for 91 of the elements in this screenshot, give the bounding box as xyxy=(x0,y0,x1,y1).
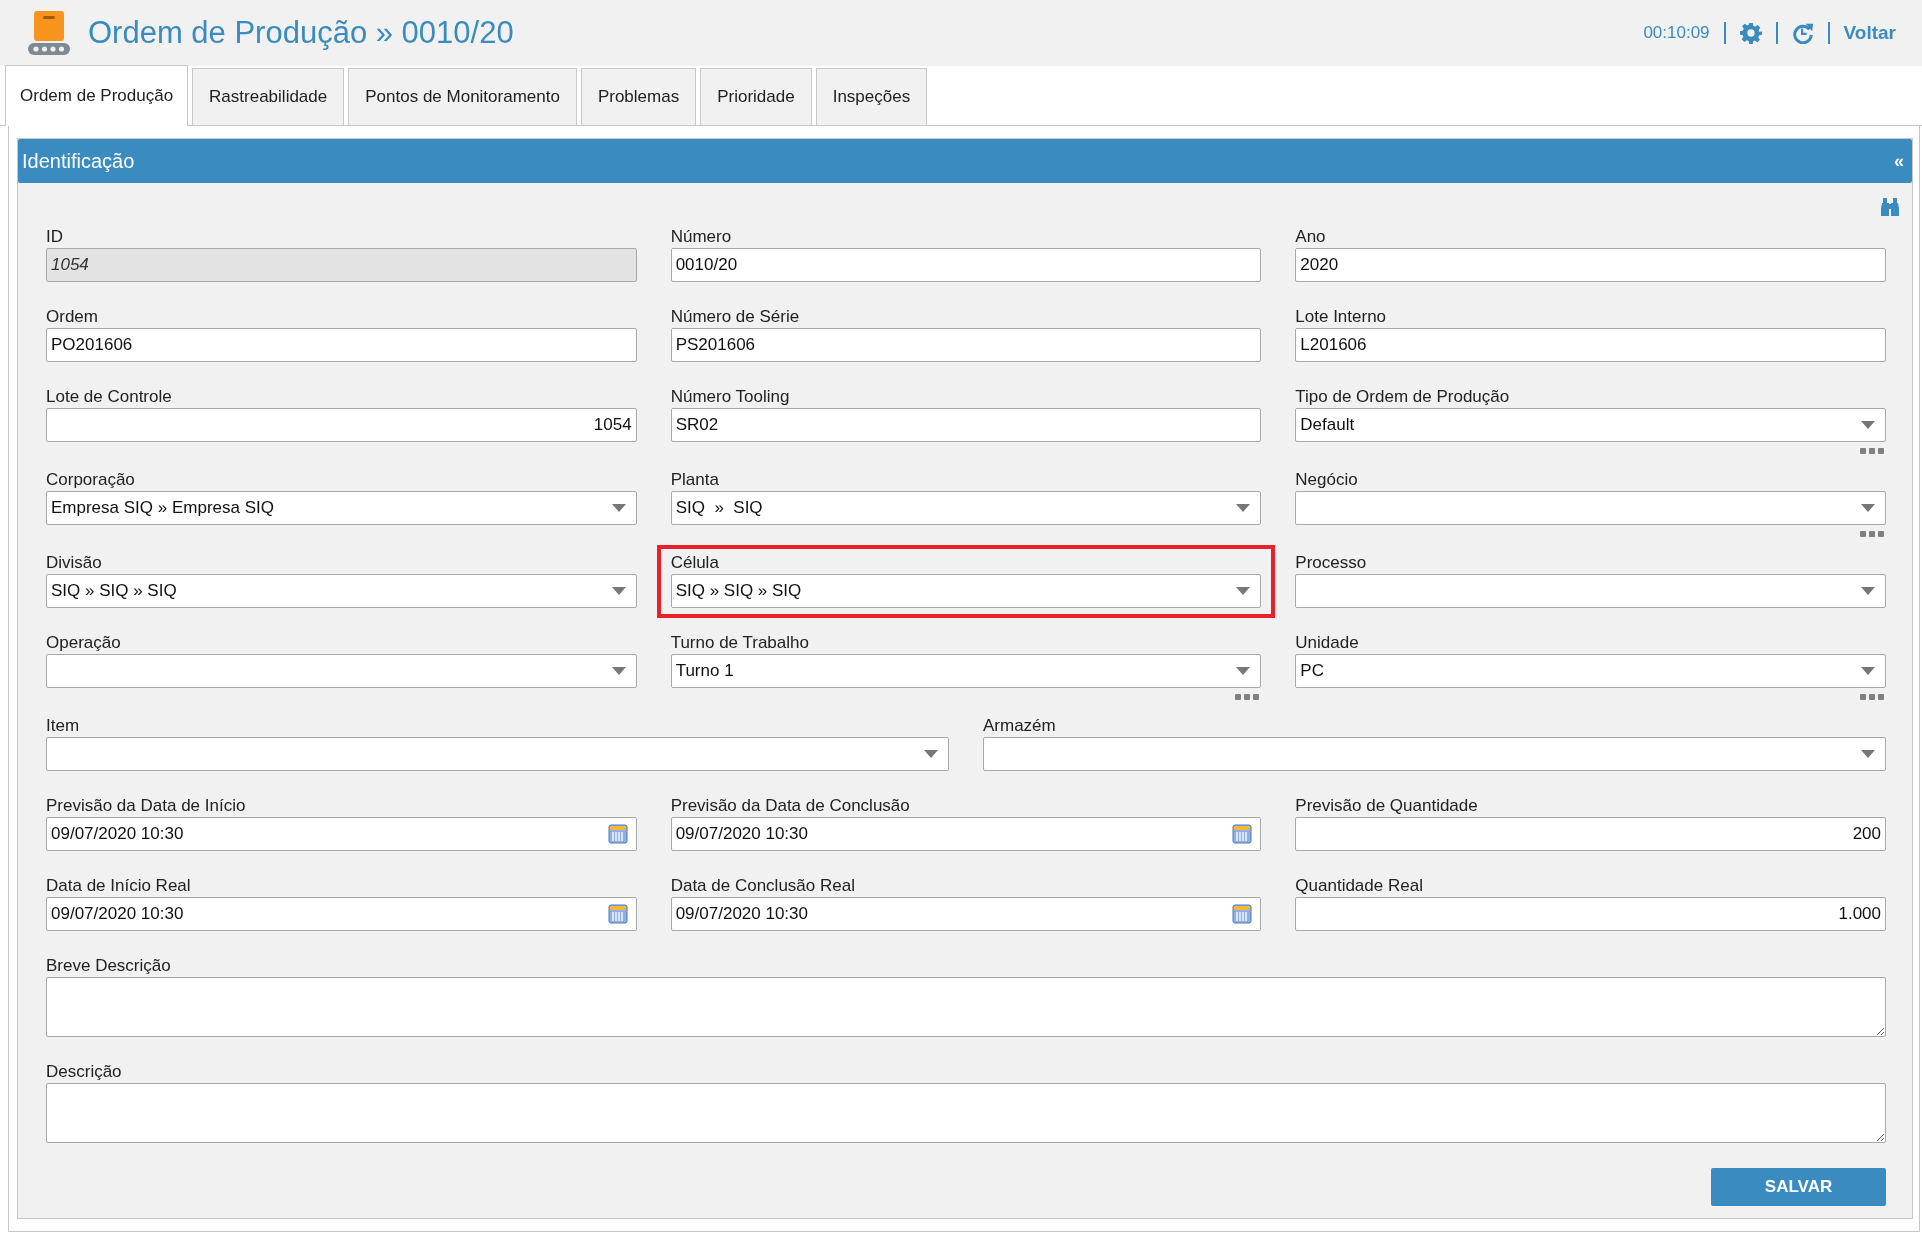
text-field[interactable]: 0010/20 xyxy=(670,248,1262,282)
page-title: Ordem de Produção » 0010/20 xyxy=(88,15,514,51)
caret-icon xyxy=(1861,504,1875,512)
session-timer: 00:10:09 xyxy=(1643,23,1710,43)
field-label: Turno de Trabalho xyxy=(670,633,810,653)
field-label: Lote Interno xyxy=(1295,307,1388,327)
caret-icon xyxy=(924,750,938,758)
field-label: Negócio xyxy=(1295,470,1359,490)
dropdown-field[interactable]: Turno 1 xyxy=(670,654,1262,688)
field-label: Planta xyxy=(670,470,720,490)
dropdown-field[interactable]: Default xyxy=(1295,408,1886,442)
date-field[interactable]: 09/07/2020 10:30 xyxy=(670,817,1262,851)
text-area[interactable] xyxy=(46,977,1886,1037)
text-field[interactable]: 2020 xyxy=(1295,248,1886,282)
calendar-icon[interactable] xyxy=(1232,904,1253,924)
field-label: Número xyxy=(670,227,733,247)
dropdown-field[interactable]: PC xyxy=(1295,654,1886,688)
text-field[interactable]: PS201606 xyxy=(670,328,1262,362)
tab[interactable]: Problemas xyxy=(580,68,697,125)
field-label: Número de Série xyxy=(670,307,801,327)
tab[interactable]: Ordem de Produção xyxy=(5,65,189,126)
tab[interactable]: Rastreabilidade xyxy=(192,68,345,125)
tab[interactable]: Pontos de Monitoramento xyxy=(348,68,577,125)
calendar-icon[interactable] xyxy=(607,904,628,924)
caret-icon xyxy=(1236,587,1251,595)
save-button[interactable]: SALVAR xyxy=(1711,1168,1886,1206)
collapse-toggle[interactable]: « xyxy=(1894,150,1904,172)
tab[interactable]: Prioridade xyxy=(700,68,812,125)
conveyor-box-icon xyxy=(26,9,72,57)
date-field[interactable]: 09/07/2020 10:30 xyxy=(670,897,1262,931)
field-label: Ano xyxy=(1295,227,1327,247)
text-field[interactable]: 1.000 xyxy=(1295,897,1886,931)
field-label: Armazém xyxy=(983,716,1057,736)
caret-icon xyxy=(1861,750,1875,758)
field-label: Número Tooling xyxy=(670,387,791,407)
dropdown-field[interactable] xyxy=(46,737,949,771)
dropdown-field[interactable]: SIQ » SIQ » SIQ xyxy=(670,574,1262,608)
field-label: Célula xyxy=(670,553,720,573)
tab[interactable]: Inspeções xyxy=(815,68,928,125)
caret-icon xyxy=(611,504,626,512)
caret-icon xyxy=(1861,667,1875,675)
field-label: Data de Conclusão Real xyxy=(670,876,856,896)
calendar-icon[interactable] xyxy=(607,824,628,844)
field-label: ID xyxy=(46,227,64,247)
field-label: Breve Descrição xyxy=(46,956,172,976)
dropdown-field[interactable] xyxy=(983,737,1886,771)
dropdown-field[interactable]: SIQ » SIQ » SIQ xyxy=(46,574,637,608)
calendar-icon[interactable] xyxy=(1232,824,1253,844)
more-icon[interactable] xyxy=(1860,530,1884,538)
text-field[interactable]: SR02 xyxy=(670,408,1262,442)
dropdown-field[interactable] xyxy=(46,654,637,688)
field-label: Operação xyxy=(46,633,122,653)
field-label: Data de Início Real xyxy=(46,876,192,896)
settings-icon[interactable] xyxy=(1739,22,1762,44)
dropdown-field[interactable]: Empresa SIQ » Empresa SIQ xyxy=(46,491,637,525)
caret-icon xyxy=(611,587,626,595)
dropdown-field[interactable] xyxy=(1295,574,1886,608)
field-label: Tipo de Ordem de Produção xyxy=(1295,387,1511,407)
dropdown-field[interactable]: SIQ » SIQ xyxy=(670,491,1262,525)
field-label: Previsão de Quantidade xyxy=(1295,796,1479,816)
text-area[interactable] xyxy=(46,1083,1886,1143)
field-label: Ordem xyxy=(46,307,99,327)
field-label: Divisão xyxy=(46,553,103,573)
binoculars-icon[interactable] xyxy=(1880,197,1900,217)
field-label: Previsão da Data de Conclusão xyxy=(670,796,911,816)
caret-icon xyxy=(1861,587,1875,595)
dropdown-field[interactable] xyxy=(1295,491,1886,525)
field-label: Processo xyxy=(1295,553,1368,573)
field-label: Descrição xyxy=(46,1062,123,1082)
field-label: Previsão da Data de Início xyxy=(46,796,247,816)
text-field[interactable]: 1054 xyxy=(46,408,637,442)
text-field[interactable]: PO201606 xyxy=(46,328,637,362)
caret-icon xyxy=(1236,504,1251,512)
caret-icon xyxy=(1861,421,1875,429)
caret-icon xyxy=(611,667,626,675)
caret-icon xyxy=(1236,667,1251,675)
date-field[interactable]: 09/07/2020 10:30 xyxy=(46,897,637,931)
section-title: Identificação xyxy=(22,149,135,173)
date-field[interactable]: 09/07/2020 10:30 xyxy=(46,817,637,851)
field-label: Item xyxy=(46,716,81,736)
field-label: Quantidade Real xyxy=(1295,876,1424,896)
field-label: Lote de Controle xyxy=(46,387,173,407)
text-field[interactable]: 200 xyxy=(1295,817,1886,851)
more-icon[interactable] xyxy=(1860,447,1884,455)
more-icon[interactable] xyxy=(1860,693,1884,701)
section-header[interactable]: Identificação « xyxy=(18,139,1912,183)
refresh-clock-icon[interactable] xyxy=(1791,22,1814,44)
field-label: Corporação xyxy=(46,470,136,490)
more-icon[interactable] xyxy=(1235,693,1260,701)
field-label: Unidade xyxy=(1295,633,1360,653)
text-field[interactable]: L201606 xyxy=(1295,328,1886,362)
